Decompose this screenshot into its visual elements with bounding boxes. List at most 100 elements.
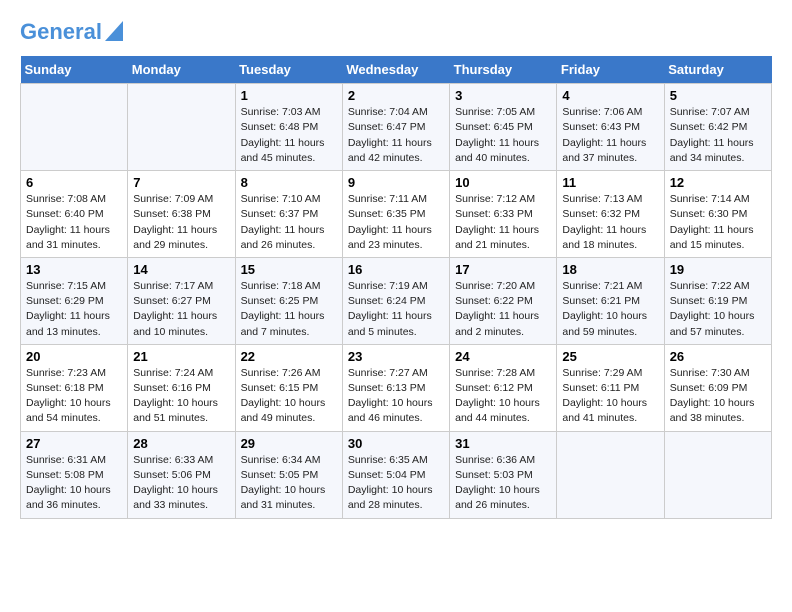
day-info: Sunrise: 7:26 AM Sunset: 6:15 PM Dayligh… (241, 366, 337, 427)
day-info: Sunrise: 6:34 AM Sunset: 5:05 PM Dayligh… (241, 453, 337, 514)
day-number: 16 (348, 262, 444, 277)
day-cell (664, 431, 771, 518)
day-number: 1 (241, 88, 337, 103)
day-info: Sunrise: 7:09 AM Sunset: 6:38 PM Dayligh… (133, 192, 229, 253)
day-cell (128, 84, 235, 171)
day-number: 15 (241, 262, 337, 277)
day-number: 29 (241, 436, 337, 451)
day-cell: 27Sunrise: 6:31 AM Sunset: 5:08 PM Dayli… (21, 431, 128, 518)
day-cell: 31Sunrise: 6:36 AM Sunset: 5:03 PM Dayli… (450, 431, 557, 518)
day-number: 24 (455, 349, 551, 364)
day-info: Sunrise: 7:19 AM Sunset: 6:24 PM Dayligh… (348, 279, 444, 340)
column-header-wednesday: Wednesday (342, 56, 449, 84)
day-cell: 30Sunrise: 6:35 AM Sunset: 5:04 PM Dayli… (342, 431, 449, 518)
day-number: 30 (348, 436, 444, 451)
page-header: General (20, 20, 772, 40)
column-header-tuesday: Tuesday (235, 56, 342, 84)
day-number: 3 (455, 88, 551, 103)
day-cell: 22 Sunrise: 7:26 AM Sunset: 6:15 PM Dayli… (235, 344, 342, 431)
day-cell: 18Sunrise: 7:21 AM Sunset: 6:21 PM Dayli… (557, 257, 664, 344)
day-number: 23 (348, 349, 444, 364)
week-row-2: 6 Sunrise: 7:08 AM Sunset: 6:40 PM Daylig… (21, 171, 772, 258)
week-row-5: 27Sunrise: 6:31 AM Sunset: 5:08 PM Dayli… (21, 431, 772, 518)
day-info: Sunrise: 7:14 AM Sunset: 6:30 PM Dayligh… (670, 192, 766, 253)
day-cell: 7Sunrise: 7:09 AM Sunset: 6:38 PM Daylig… (128, 171, 235, 258)
day-number: 9 (348, 175, 444, 190)
day-number: 10 (455, 175, 551, 190)
day-info: Sunrise: 6:31 AM Sunset: 5:08 PM Dayligh… (26, 453, 122, 514)
day-number: 22 (241, 349, 337, 364)
day-number: 14 (133, 262, 229, 277)
day-cell: 1 Sunrise: 7:03 AM Sunset: 6:48 PM Daylig… (235, 84, 342, 171)
day-number: 12 (670, 175, 766, 190)
logo-icon (105, 21, 123, 41)
day-number: 26 (670, 349, 766, 364)
day-number: 8 (241, 175, 337, 190)
day-cell: 21 Sunrise: 7:24 AM Sunset: 6:16 PM Dayli… (128, 344, 235, 431)
column-header-thursday: Thursday (450, 56, 557, 84)
calendar-table: SundayMondayTuesdayWednesdayThursdayFrid… (20, 56, 772, 518)
day-info: Sunrise: 7:11 AM Sunset: 6:35 PM Dayligh… (348, 192, 444, 253)
day-number: 13 (26, 262, 122, 277)
day-info: Sunrise: 7:29 AM Sunset: 6:11 PM Dayligh… (562, 366, 658, 427)
day-cell: 12 Sunrise: 7:14 AM Sunset: 6:30 PM Dayli… (664, 171, 771, 258)
day-cell: 29 Sunrise: 6:34 AM Sunset: 5:05 PM Dayli… (235, 431, 342, 518)
day-info: Sunrise: 7:24 AM Sunset: 6:16 PM Dayligh… (133, 366, 229, 427)
day-info: Sunrise: 7:13 AM Sunset: 6:32 PM Dayligh… (562, 192, 658, 253)
column-header-saturday: Saturday (664, 56, 771, 84)
day-info: Sunrise: 7:18 AM Sunset: 6:25 PM Dayligh… (241, 279, 337, 340)
column-header-monday: Monday (128, 56, 235, 84)
day-number: 25 (562, 349, 658, 364)
day-cell: 26 Sunrise: 7:30 AM Sunset: 6:09 PM Dayli… (664, 344, 771, 431)
day-number: 5 (670, 88, 766, 103)
logo: General (20, 20, 123, 40)
day-info: Sunrise: 7:23 AM Sunset: 6:18 PM Dayligh… (26, 366, 122, 427)
day-cell: 23 Sunrise: 7:27 AM Sunset: 6:13 PM Dayli… (342, 344, 449, 431)
day-cell (21, 84, 128, 171)
day-info: Sunrise: 7:15 AM Sunset: 6:29 PM Dayligh… (26, 279, 122, 340)
day-number: 28 (133, 436, 229, 451)
day-info: Sunrise: 7:28 AM Sunset: 6:12 PM Dayligh… (455, 366, 551, 427)
day-cell: 20 Sunrise: 7:23 AM Sunset: 6:18 PM Dayli… (21, 344, 128, 431)
day-number: 20 (26, 349, 122, 364)
day-cell: 8 Sunrise: 7:10 AM Sunset: 6:37 PM Daylig… (235, 171, 342, 258)
day-cell: 25 Sunrise: 7:29 AM Sunset: 6:11 PM Dayli… (557, 344, 664, 431)
day-number: 2 (348, 88, 444, 103)
day-cell: 5Sunrise: 7:07 AM Sunset: 6:42 PM Daylig… (664, 84, 771, 171)
day-number: 6 (26, 175, 122, 190)
logo-text: General (20, 20, 102, 44)
day-number: 11 (562, 175, 658, 190)
day-info: Sunrise: 7:27 AM Sunset: 6:13 PM Dayligh… (348, 366, 444, 427)
day-cell: 16 Sunrise: 7:19 AM Sunset: 6:24 PM Dayli… (342, 257, 449, 344)
day-cell: 13 Sunrise: 7:15 AM Sunset: 6:29 PM Dayli… (21, 257, 128, 344)
day-cell: 6 Sunrise: 7:08 AM Sunset: 6:40 PM Daylig… (21, 171, 128, 258)
column-header-friday: Friday (557, 56, 664, 84)
week-row-1: 1 Sunrise: 7:03 AM Sunset: 6:48 PM Daylig… (21, 84, 772, 171)
day-info: Sunrise: 7:03 AM Sunset: 6:48 PM Dayligh… (241, 105, 337, 166)
day-info: Sunrise: 7:21 AM Sunset: 6:21 PM Dayligh… (562, 279, 658, 340)
column-header-sunday: Sunday (21, 56, 128, 84)
day-cell: 10Sunrise: 7:12 AM Sunset: 6:33 PM Dayli… (450, 171, 557, 258)
day-info: Sunrise: 7:04 AM Sunset: 6:47 PM Dayligh… (348, 105, 444, 166)
day-info: Sunrise: 7:30 AM Sunset: 6:09 PM Dayligh… (670, 366, 766, 427)
day-number: 4 (562, 88, 658, 103)
day-number: 21 (133, 349, 229, 364)
day-number: 31 (455, 436, 551, 451)
day-cell: 17Sunrise: 7:20 AM Sunset: 6:22 PM Dayli… (450, 257, 557, 344)
day-info: Sunrise: 7:06 AM Sunset: 6:43 PM Dayligh… (562, 105, 658, 166)
day-cell: 15 Sunrise: 7:18 AM Sunset: 6:25 PM Dayli… (235, 257, 342, 344)
day-cell (557, 431, 664, 518)
day-info: Sunrise: 7:05 AM Sunset: 6:45 PM Dayligh… (455, 105, 551, 166)
day-cell: 11 Sunrise: 7:13 AM Sunset: 6:32 PM Dayli… (557, 171, 664, 258)
day-cell: 3 Sunrise: 7:05 AM Sunset: 6:45 PM Daylig… (450, 84, 557, 171)
week-row-4: 20 Sunrise: 7:23 AM Sunset: 6:18 PM Dayli… (21, 344, 772, 431)
day-info: Sunrise: 7:17 AM Sunset: 6:27 PM Dayligh… (133, 279, 229, 340)
day-info: Sunrise: 7:08 AM Sunset: 6:40 PM Dayligh… (26, 192, 122, 253)
day-number: 17 (455, 262, 551, 277)
day-cell: 28Sunrise: 6:33 AM Sunset: 5:06 PM Dayli… (128, 431, 235, 518)
day-cell: 2 Sunrise: 7:04 AM Sunset: 6:47 PM Daylig… (342, 84, 449, 171)
day-cell: 4 Sunrise: 7:06 AM Sunset: 6:43 PM Daylig… (557, 84, 664, 171)
day-cell: 19Sunrise: 7:22 AM Sunset: 6:19 PM Dayli… (664, 257, 771, 344)
day-cell: 24 Sunrise: 7:28 AM Sunset: 6:12 PM Dayli… (450, 344, 557, 431)
day-info: Sunrise: 7:10 AM Sunset: 6:37 PM Dayligh… (241, 192, 337, 253)
